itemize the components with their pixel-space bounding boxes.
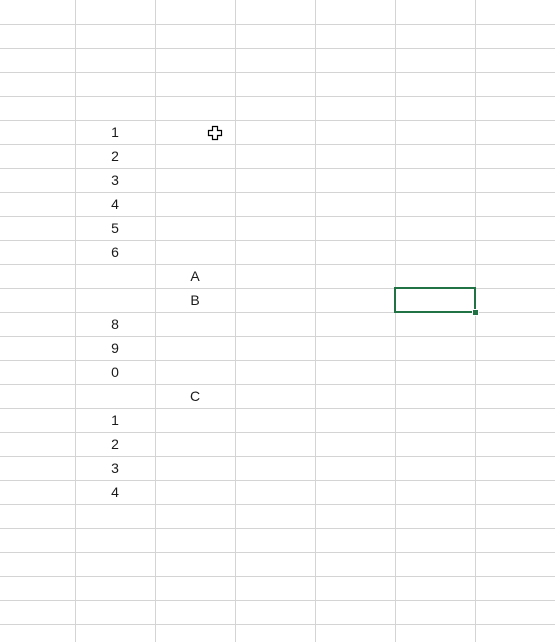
- cell[interactable]: B: [155, 288, 235, 312]
- cell[interactable]: 6: [75, 240, 155, 264]
- row-gridline: [0, 504, 555, 505]
- cell[interactable]: 5: [75, 216, 155, 240]
- cell[interactable]: 3: [75, 456, 155, 480]
- row-gridline: [0, 288, 555, 289]
- cell[interactable]: 2: [75, 144, 155, 168]
- row-gridline: [0, 384, 555, 385]
- cell[interactable]: A: [155, 264, 235, 288]
- row-gridline: [0, 264, 555, 265]
- row-gridline: [0, 552, 555, 553]
- row-gridline: [0, 528, 555, 529]
- cell[interactable]: 1: [75, 120, 155, 144]
- row-gridline: [0, 576, 555, 577]
- row-gridline: [0, 48, 555, 49]
- cell[interactable]: 3: [75, 168, 155, 192]
- cell[interactable]: 0: [75, 360, 155, 384]
- selected-cell-outline[interactable]: [394, 287, 476, 313]
- cell[interactable]: 4: [75, 480, 155, 504]
- spreadsheet-grid[interactable]: 123456AB890C1234: [0, 0, 555, 642]
- cell[interactable]: 2: [75, 432, 155, 456]
- cell[interactable]: 8: [75, 312, 155, 336]
- cell[interactable]: 4: [75, 192, 155, 216]
- row-gridline: [0, 96, 555, 97]
- row-gridline: [0, 24, 555, 25]
- cell[interactable]: 9: [75, 336, 155, 360]
- cell-select-cursor-icon: [207, 125, 223, 141]
- row-gridline: [0, 624, 555, 625]
- row-gridline: [0, 72, 555, 73]
- cell[interactable]: 1: [75, 408, 155, 432]
- cell[interactable]: C: [155, 384, 235, 408]
- row-gridline: [0, 600, 555, 601]
